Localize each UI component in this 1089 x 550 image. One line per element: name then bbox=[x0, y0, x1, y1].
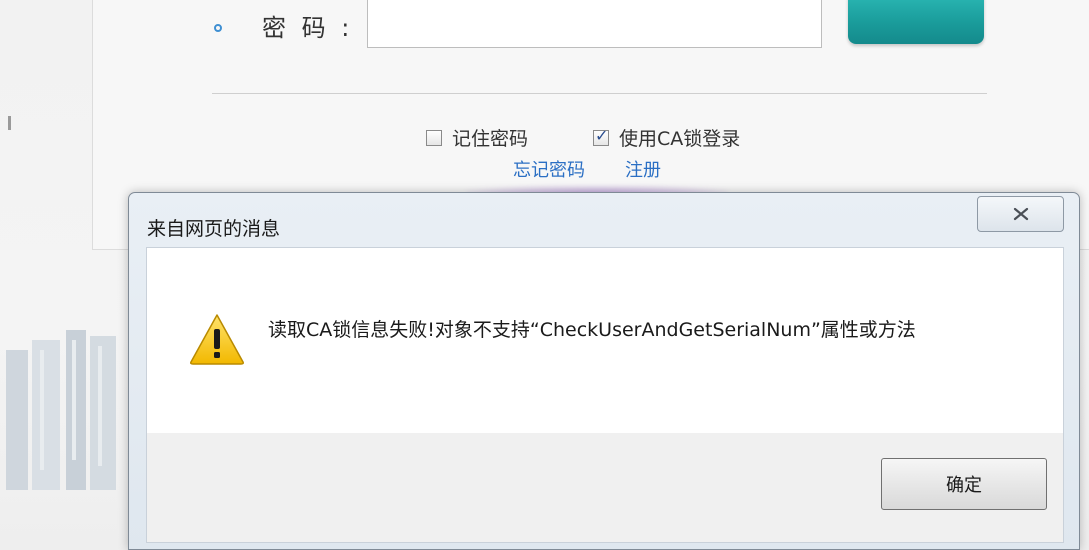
dialog-message: 读取CA锁信息失败!对象不支持“CheckUserAndGetSerialNum… bbox=[268, 319, 916, 341]
password-bullet-icon bbox=[214, 24, 222, 32]
password-label: 密 码 : bbox=[262, 14, 354, 42]
message-dialog: 来自网页的消息 读取CA锁信息失败!对象不支持“CheckUserAndGetS… bbox=[128, 192, 1080, 550]
password-input[interactable] bbox=[367, 0, 822, 48]
ok-button[interactable]: 确定 bbox=[881, 458, 1047, 510]
remember-password-option[interactable]: 记住密码 bbox=[426, 124, 528, 151]
use-ca-lock-checkbox[interactable] bbox=[593, 126, 609, 146]
register-link[interactable]: 注册 bbox=[625, 156, 661, 182]
use-ca-lock-label: 使用CA锁登录 bbox=[619, 128, 741, 150]
page-edge-mark bbox=[8, 116, 11, 130]
dialog-button-area: 确定 bbox=[147, 433, 1063, 542]
message-area: 读取CA锁信息失败!对象不支持“CheckUserAndGetSerialNum… bbox=[147, 248, 1063, 433]
dialog-close-button[interactable] bbox=[977, 196, 1064, 232]
form-divider bbox=[212, 93, 987, 94]
city-buildings-illustration bbox=[6, 330, 116, 490]
forgot-password-link[interactable]: 忘记密码 bbox=[513, 156, 585, 182]
remember-password-checkbox[interactable] bbox=[426, 129, 442, 146]
warning-icon bbox=[190, 314, 244, 365]
use-ca-lock-option[interactable]: 使用CA锁登录 bbox=[593, 124, 740, 151]
login-button[interactable] bbox=[848, 0, 984, 44]
dialog-body: 读取CA锁信息失败!对象不支持“CheckUserAndGetSerialNum… bbox=[146, 247, 1064, 543]
close-icon bbox=[1013, 207, 1028, 221]
dialog-title: 来自网页的消息 bbox=[147, 218, 281, 240]
remember-password-label: 记住密码 bbox=[452, 128, 529, 150]
